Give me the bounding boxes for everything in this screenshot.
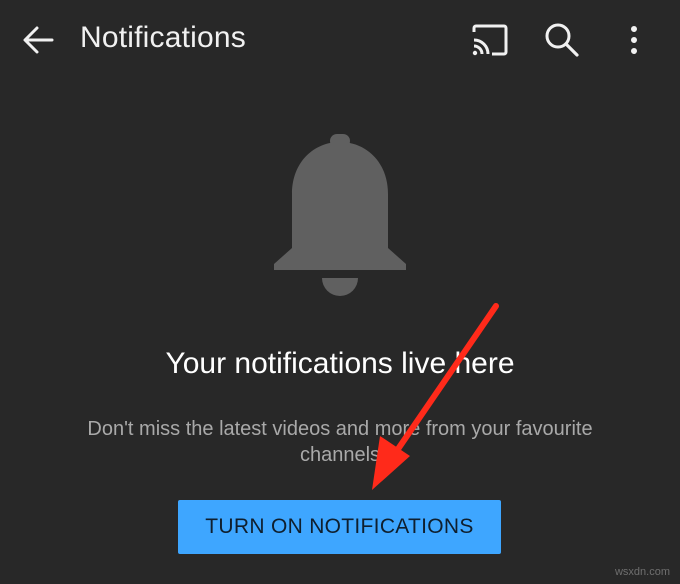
cast-icon[interactable] — [470, 22, 510, 58]
bell-icon — [274, 134, 406, 296]
empty-state-headline: Your notifications live here — [165, 347, 515, 380]
back-arrow-icon[interactable] — [18, 20, 58, 60]
turn-on-notifications-button[interactable]: TURN ON NOTIFICATIONS — [178, 500, 501, 554]
page-title: Notifications — [80, 21, 247, 54]
watermark: wsxdn.com — [614, 566, 670, 578]
empty-state-description: Don't miss the latest videos and more fr… — [87, 418, 593, 466]
search-icon[interactable] — [542, 20, 582, 60]
more-vertical-icon[interactable] — [620, 20, 648, 60]
app-bar: Notifications — [0, 0, 680, 80]
